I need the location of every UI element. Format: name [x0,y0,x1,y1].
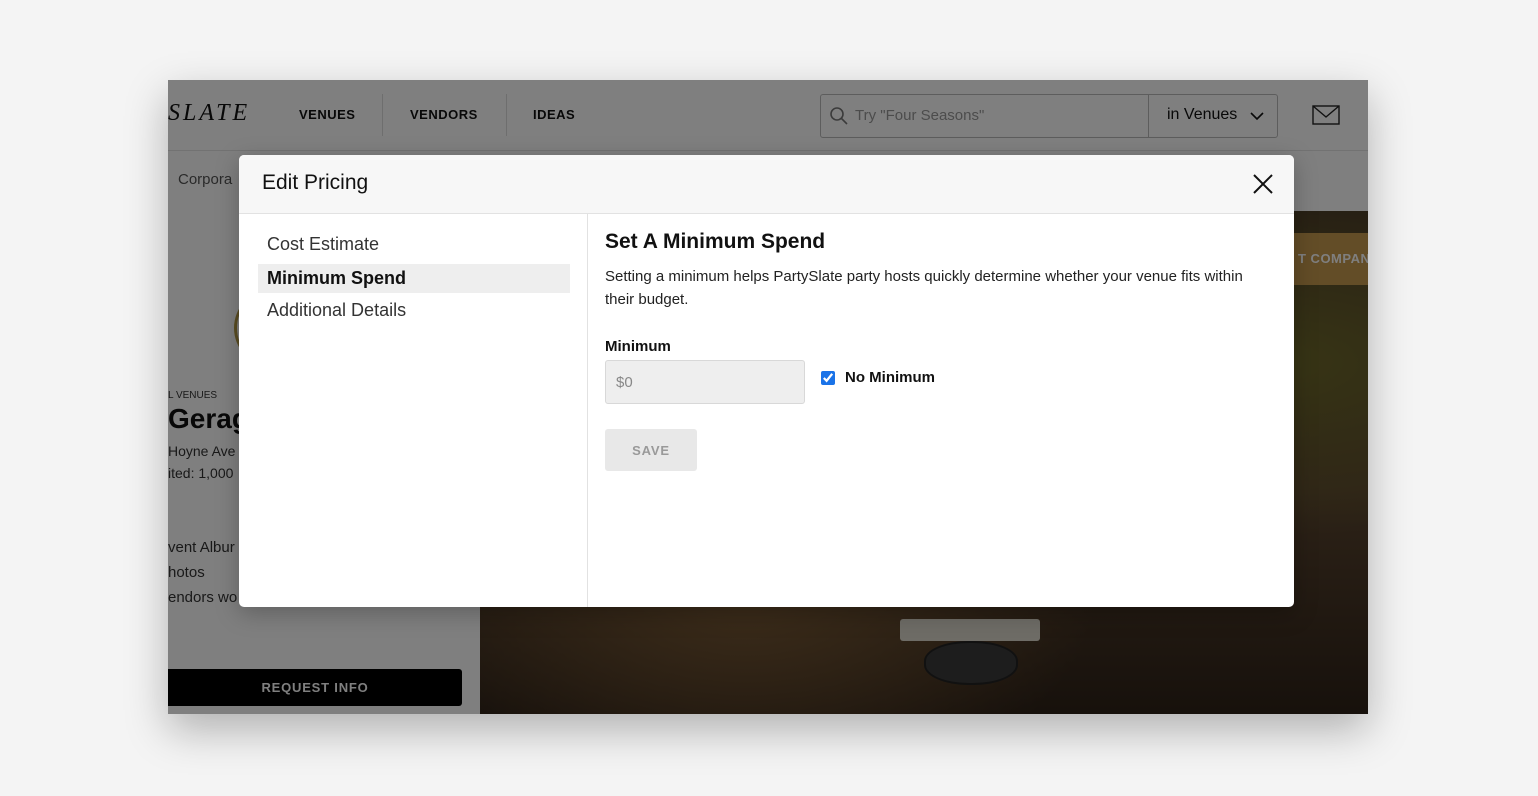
section-title: Set A Minimum Spend [605,230,826,253]
minimum-spend-section: Set A Minimum Spend Setting a minimum he… [588,214,1294,607]
no-minimum-checkbox[interactable] [821,371,835,385]
modal-header: Edit Pricing [239,155,1294,214]
modal-title: Edit Pricing [262,171,369,194]
pricing-sidebar: Cost Estimate Minimum Spend Additional D… [239,214,588,607]
sidebar-item-additional-details[interactable]: Additional Details [258,296,570,325]
sidebar-item-cost-estimate[interactable]: Cost Estimate [258,230,570,259]
no-minimum-label[interactable]: No Minimum [845,369,935,386]
save-button[interactable]: SAVE [605,429,697,471]
minimum-label: Minimum [605,338,671,355]
edit-pricing-modal: Edit Pricing Cost Estimate Minimum Spend… [239,155,1294,607]
minimum-input[interactable] [605,360,805,404]
section-description: Setting a minimum helps PartySlate party… [605,268,1243,308]
sidebar-item-minimum-spend[interactable]: Minimum Spend [258,264,570,293]
close-icon[interactable] [1249,170,1277,198]
